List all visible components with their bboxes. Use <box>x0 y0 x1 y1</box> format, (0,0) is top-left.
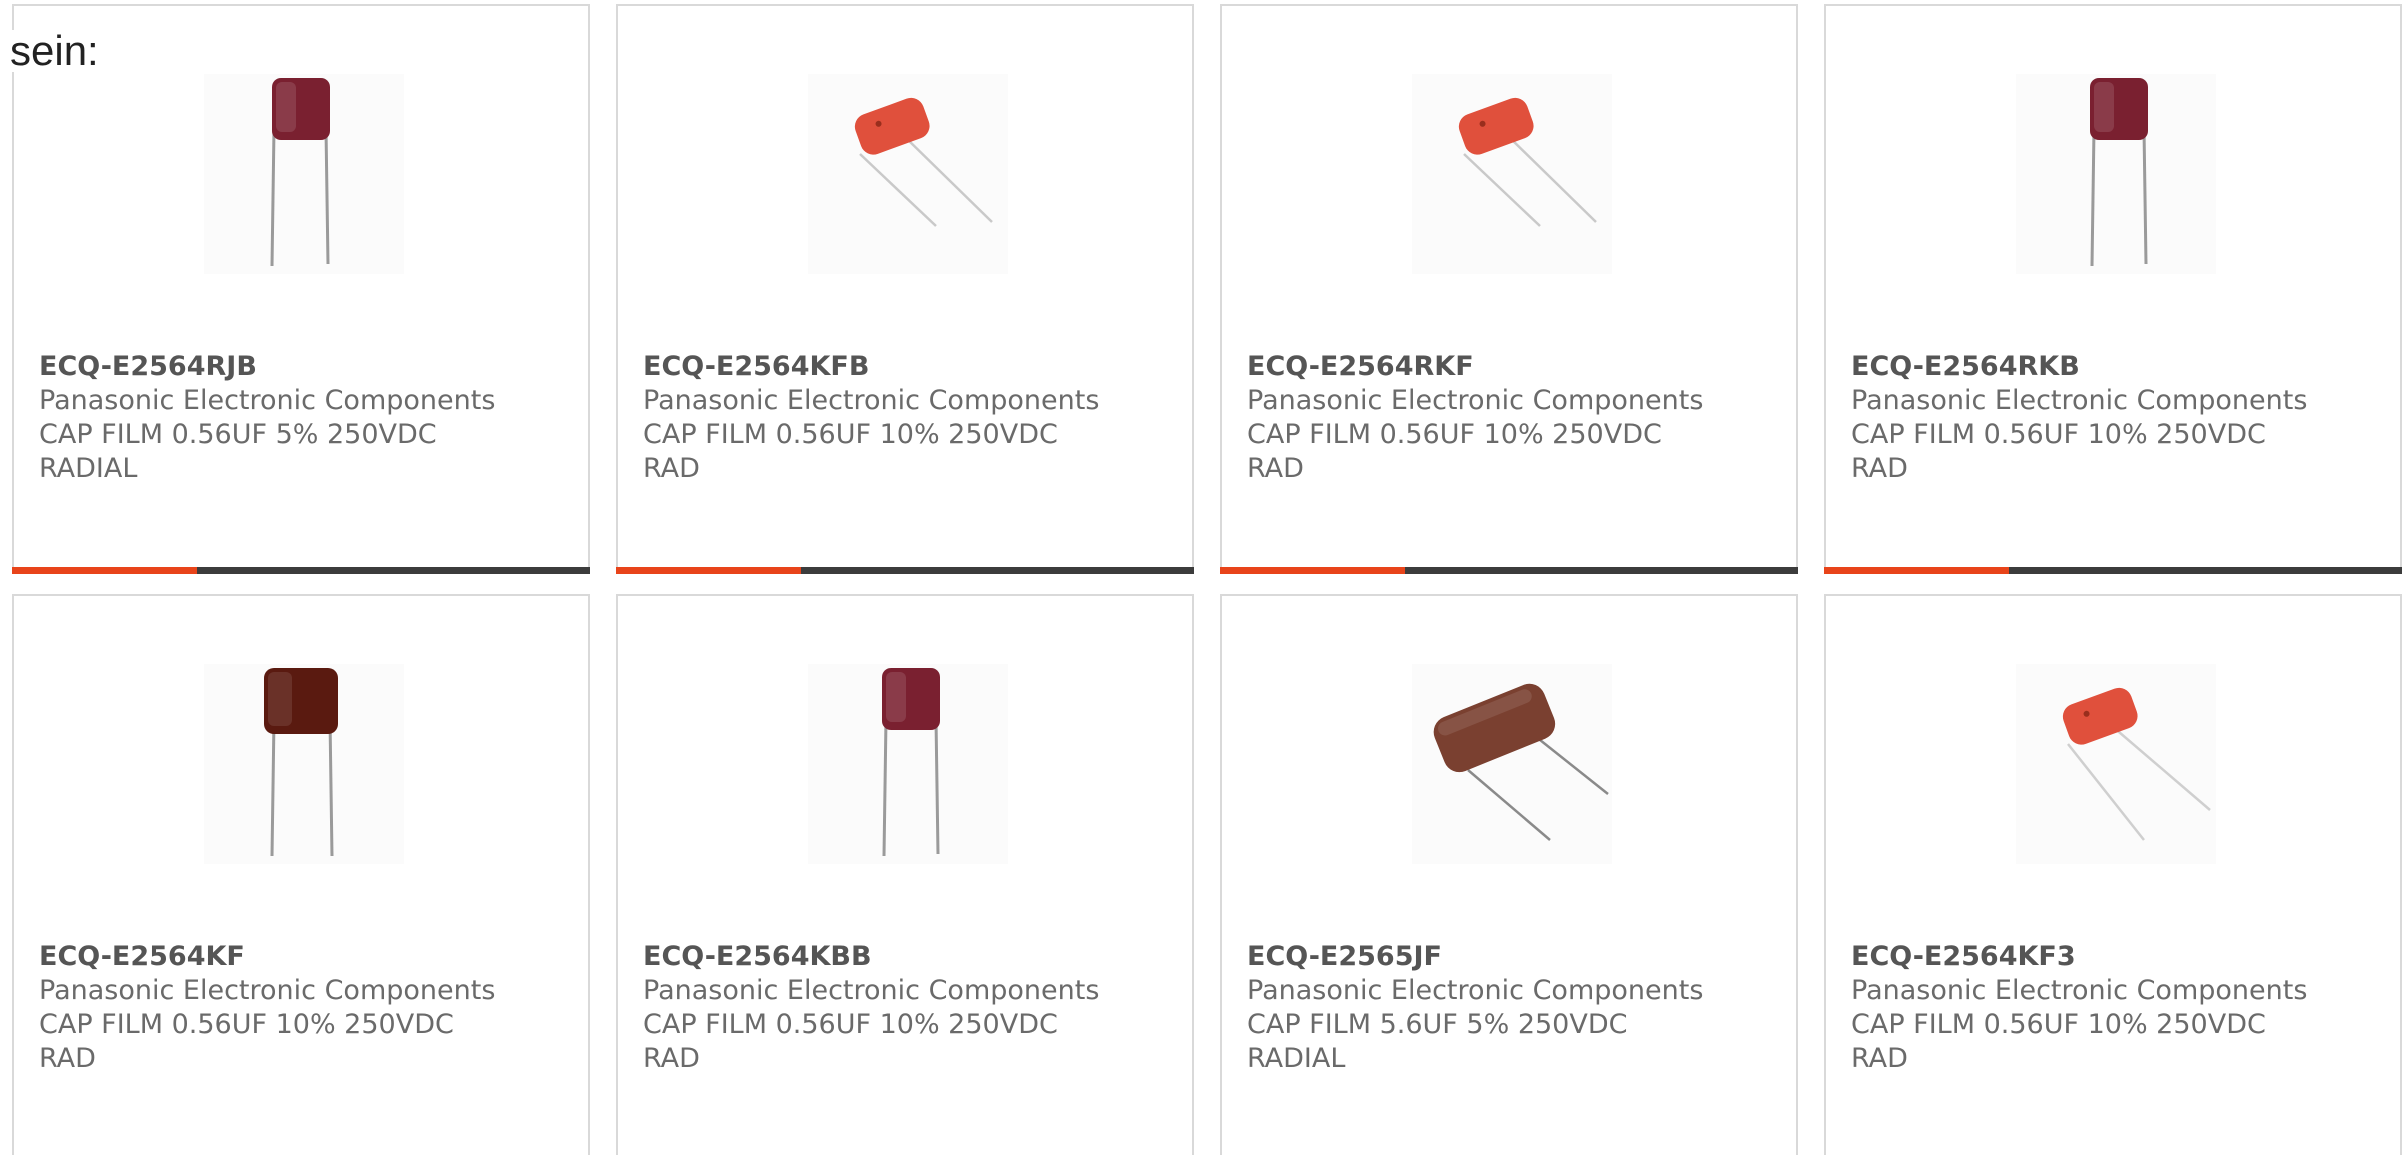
manufacturer-name: Panasonic Electronic Components <box>1851 385 2308 416</box>
progress-bar <box>616 567 1194 574</box>
product-description: CAP FILM 0.56UF 10% 250VDC RAD <box>1851 1009 2266 1074</box>
product-description: CAP FILM 0.56UF 10% 250VDC RAD <box>1851 419 2266 484</box>
product-image[interactable] <box>204 74 404 274</box>
progress-bar-fill <box>12 567 197 574</box>
progress-bar <box>1220 567 1798 574</box>
product-image[interactable] <box>2016 664 2216 864</box>
product-card[interactable]: ECQ-E2564KBB Panasonic Electronic Compon… <box>616 594 1194 1155</box>
product-description: CAP FILM 0.56UF 10% 250VDC RAD <box>39 1009 454 1074</box>
manufacturer-name: Panasonic Electronic Components <box>1247 385 1704 416</box>
part-number-link[interactable]: ECQ-E2564KFB <box>643 350 869 384</box>
manufacturer-name: Panasonic Electronic Components <box>39 975 496 1006</box>
product-image[interactable] <box>808 74 1008 274</box>
part-number-link[interactable]: ECQ-E2564KF3 <box>1851 940 2076 974</box>
progress-bar-fill <box>1220 567 1405 574</box>
product-image[interactable] <box>2016 74 2216 274</box>
product-card[interactable]: ECQ-E2565JF Panasonic Electronic Compone… <box>1220 594 1798 1155</box>
product-description: CAP FILM 5.6UF 5% 250VDC RADIAL <box>1247 1009 1628 1074</box>
part-number-link[interactable]: ECQ-E2564KF <box>39 940 245 974</box>
progress-bar <box>1824 567 2402 574</box>
manufacturer-name: Panasonic Electronic Components <box>643 385 1100 416</box>
part-number-link[interactable]: ECQ-E2565JF <box>1247 940 1442 974</box>
product-image[interactable] <box>1412 74 1612 274</box>
progress-bar-fill <box>616 567 801 574</box>
product-card[interactable]: ECQ-E2564RKF Panasonic Electronic Compon… <box>1220 4 1798 574</box>
product-card[interactable]: ECQ-E2564RJB Panasonic Electronic Compon… <box>12 4 590 574</box>
product-description: CAP FILM 0.56UF 10% 250VDC RAD <box>643 1009 1058 1074</box>
product-card[interactable]: ECQ-E2564KFB Panasonic Electronic Compon… <box>616 4 1194 574</box>
product-image[interactable] <box>808 664 1008 864</box>
tilted-capacitor-icon <box>1458 97 1597 227</box>
manufacturer-name: Panasonic Electronic Components <box>1247 975 1704 1006</box>
progress-bar <box>12 567 590 574</box>
upright-capacitor-icon <box>264 668 338 857</box>
part-number-link[interactable]: ECQ-E2564RKF <box>1247 350 1474 384</box>
product-description: CAP FILM 0.56UF 10% 250VDC RAD <box>643 419 1058 484</box>
product-description: CAP FILM 0.56UF 10% 250VDC RAD <box>1247 419 1662 484</box>
tilted-capacitor-icon <box>1433 683 1609 841</box>
intro-text: sein: <box>10 27 99 74</box>
product-card[interactable]: ECQ-E2564KF Panasonic Electronic Compone… <box>12 594 590 1155</box>
part-number-link[interactable]: ECQ-E2564RJB <box>39 350 257 384</box>
part-number-link[interactable]: ECQ-E2564KBB <box>643 940 872 974</box>
manufacturer-name: Panasonic Electronic Components <box>39 385 496 416</box>
upright-capacitor-icon <box>2090 78 2148 267</box>
manufacturer-name: Panasonic Electronic Components <box>1851 975 2308 1006</box>
part-number-link[interactable]: ECQ-E2564RKB <box>1851 350 2080 384</box>
upright-capacitor-icon <box>882 668 940 857</box>
product-image[interactable] <box>204 664 404 864</box>
manufacturer-name: Panasonic Electronic Components <box>643 975 1100 1006</box>
product-card[interactable]: ECQ-E2564KF3 Panasonic Electronic Compon… <box>1824 594 2402 1155</box>
tilted-capacitor-icon <box>854 97 993 227</box>
product-card[interactable]: ECQ-E2564RKB Panasonic Electronic Compon… <box>1824 4 2402 574</box>
product-description: CAP FILM 0.56UF 5% 250VDC RADIAL <box>39 419 437 484</box>
upright-capacitor-icon <box>270 78 330 267</box>
progress-bar-fill <box>1824 567 2009 574</box>
tilted-capacitor-icon <box>2062 687 2211 841</box>
product-image[interactable] <box>1412 664 1612 864</box>
